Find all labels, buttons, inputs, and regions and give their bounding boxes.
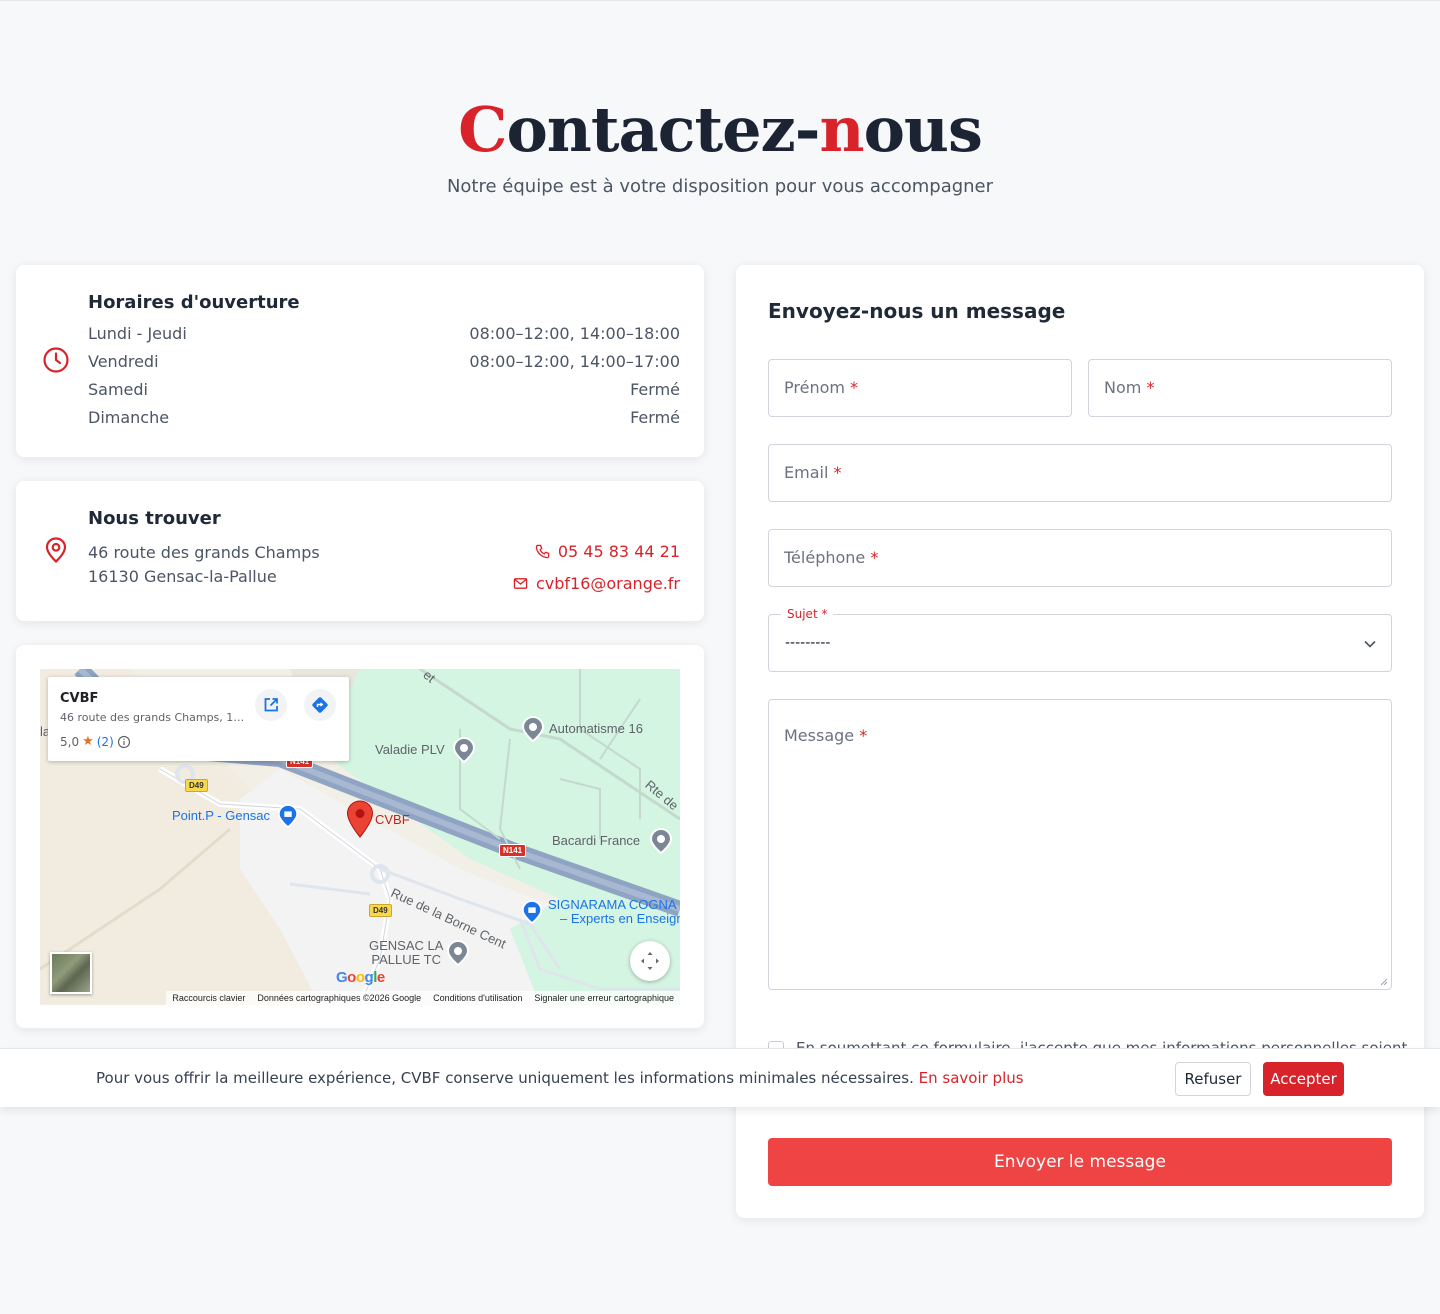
hours-row: Vendredi 08:00–12:00, 14:00–17:00 xyxy=(88,352,680,371)
hours-row: Dimanche Fermé xyxy=(88,408,680,427)
open-in-maps-button[interactable] xyxy=(255,689,287,721)
location-card: Nous trouver 46 route des grands Champs … xyxy=(16,481,704,621)
place-name: CVBF xyxy=(60,691,99,706)
message-textarea[interactable]: Message * xyxy=(768,699,1392,990)
cookie-banner: Pour vous offrir la meilleure expérience… xyxy=(0,1048,1440,1107)
keyboard-shortcuts-link[interactable]: Raccourcis clavier xyxy=(172,993,245,1003)
first-name-field[interactable]: Prénom * xyxy=(768,359,1072,417)
email-field[interactable]: Email * xyxy=(768,444,1392,502)
report-error-link[interactable]: Signaler une erreur cartographique xyxy=(534,993,674,1003)
map-label-pointp: Point.P - Gensac xyxy=(172,808,271,823)
place-rating: 5,0 ★ (2) xyxy=(60,734,131,749)
address: 46 route des grands Champs 16130 Gensac-… xyxy=(88,543,320,586)
submit-button[interactable]: Envoyer le message xyxy=(768,1138,1392,1186)
shop-pin-icon[interactable] xyxy=(520,899,544,925)
poi-pin-icon[interactable] xyxy=(451,736,477,764)
satellite-toggle[interactable] xyxy=(50,952,92,994)
last-name-field[interactable]: Nom * xyxy=(1088,359,1392,417)
map-label-bacardi: Bacardi France xyxy=(552,833,641,848)
top-border xyxy=(0,0,1440,1)
map-card: Automatisme 16 Valadie PLV Point.P - Gen… xyxy=(16,645,704,1028)
info-icon[interactable] xyxy=(117,735,131,749)
cookie-text: Pour vous offrir la meilleure expérience… xyxy=(96,1069,1024,1087)
resize-handle-icon[interactable] xyxy=(1380,978,1388,986)
email-link[interactable]: cvbf16@orange.fr xyxy=(513,574,680,593)
hours-list: Lundi - Jeudi 08:00–12:00, 14:00–18:00 Ve… xyxy=(88,324,680,436)
page-header: Contactez-nous Notre équipe est à votre … xyxy=(0,88,1440,197)
subject-label: Sujet * xyxy=(781,607,834,621)
directions-button[interactable] xyxy=(304,689,336,721)
refuse-button[interactable]: Refuser xyxy=(1175,1062,1251,1096)
expand-arrows-icon xyxy=(641,952,659,970)
map-label-signarama: SIGNARAMA COGNA – Experts en Enseign xyxy=(548,897,680,926)
road-badge-d49: D49 xyxy=(369,904,392,917)
accept-button[interactable]: Accepter xyxy=(1263,1062,1344,1096)
phone-icon xyxy=(535,544,550,559)
poi-pin-icon[interactable] xyxy=(648,827,674,855)
directions-icon xyxy=(312,697,328,713)
hours-title: Horaires d'ouverture xyxy=(88,292,300,313)
page-subtitle: Notre équipe est à votre disposition pou… xyxy=(446,176,994,197)
embedded-map[interactable]: Automatisme 16 Valadie PLV Point.P - Gen… xyxy=(40,669,680,1005)
shop-pin-icon[interactable] xyxy=(276,803,300,829)
google-logo: Google xyxy=(336,969,385,986)
subject-value: --------- xyxy=(785,635,831,651)
phone-field[interactable]: Téléphone * xyxy=(768,529,1392,587)
hours-row: Lundi - Jeudi 08:00–12:00, 14:00–18:00 xyxy=(88,324,680,343)
road-badge-n141: N141 xyxy=(499,844,527,857)
map-label-gensac: GENSAC LA PALLUE TC xyxy=(369,938,444,967)
poi-pin-icon[interactable] xyxy=(445,939,471,967)
location-title: Nous trouver xyxy=(88,508,221,529)
road-badge-d49: D49 xyxy=(185,779,208,792)
chevron-down-icon xyxy=(1364,640,1376,648)
hours-row: Samedi Fermé xyxy=(88,380,680,399)
form-title: Envoyez-nous un message xyxy=(768,299,1066,323)
reviews-link[interactable]: (2) xyxy=(97,735,114,749)
learn-more-link[interactable]: En savoir plus xyxy=(919,1069,1024,1087)
poi-pin-icon[interactable] xyxy=(520,715,546,743)
cvbf-marker-icon[interactable] xyxy=(345,800,375,838)
map-footer: Raccourcis clavier Données cartographiqu… xyxy=(166,991,680,1005)
map-data-text: Données cartographiques ©2026 Google xyxy=(257,993,422,1003)
star-icon: ★ xyxy=(82,734,94,749)
opening-hours-card: Horaires d'ouverture Lundi - Jeudi 08:00–… xyxy=(16,265,704,457)
page-title: Contactez-nous xyxy=(458,93,983,166)
location-pin-icon xyxy=(45,537,67,563)
fullscreen-button[interactable] xyxy=(630,941,670,981)
place-info-card: CVBF 46 route des grands Champs, 16130 G… xyxy=(48,677,349,761)
terms-link[interactable]: Conditions d'utilisation xyxy=(433,993,522,1003)
map-label-cvbf: CVBF xyxy=(375,812,410,827)
external-link-icon xyxy=(264,698,278,712)
map-label-valadie: Valadie PLV xyxy=(375,742,445,757)
clock-icon xyxy=(43,347,69,373)
phone-link[interactable]: 05 45 83 44 21 xyxy=(535,542,680,561)
mail-icon xyxy=(513,578,528,589)
subject-select[interactable]: Sujet * --------- xyxy=(768,607,1392,672)
map-label-automatisme: Automatisme 16 xyxy=(549,721,643,736)
place-address: 46 route des grands Champs, 16130 Gensac… xyxy=(60,711,246,724)
